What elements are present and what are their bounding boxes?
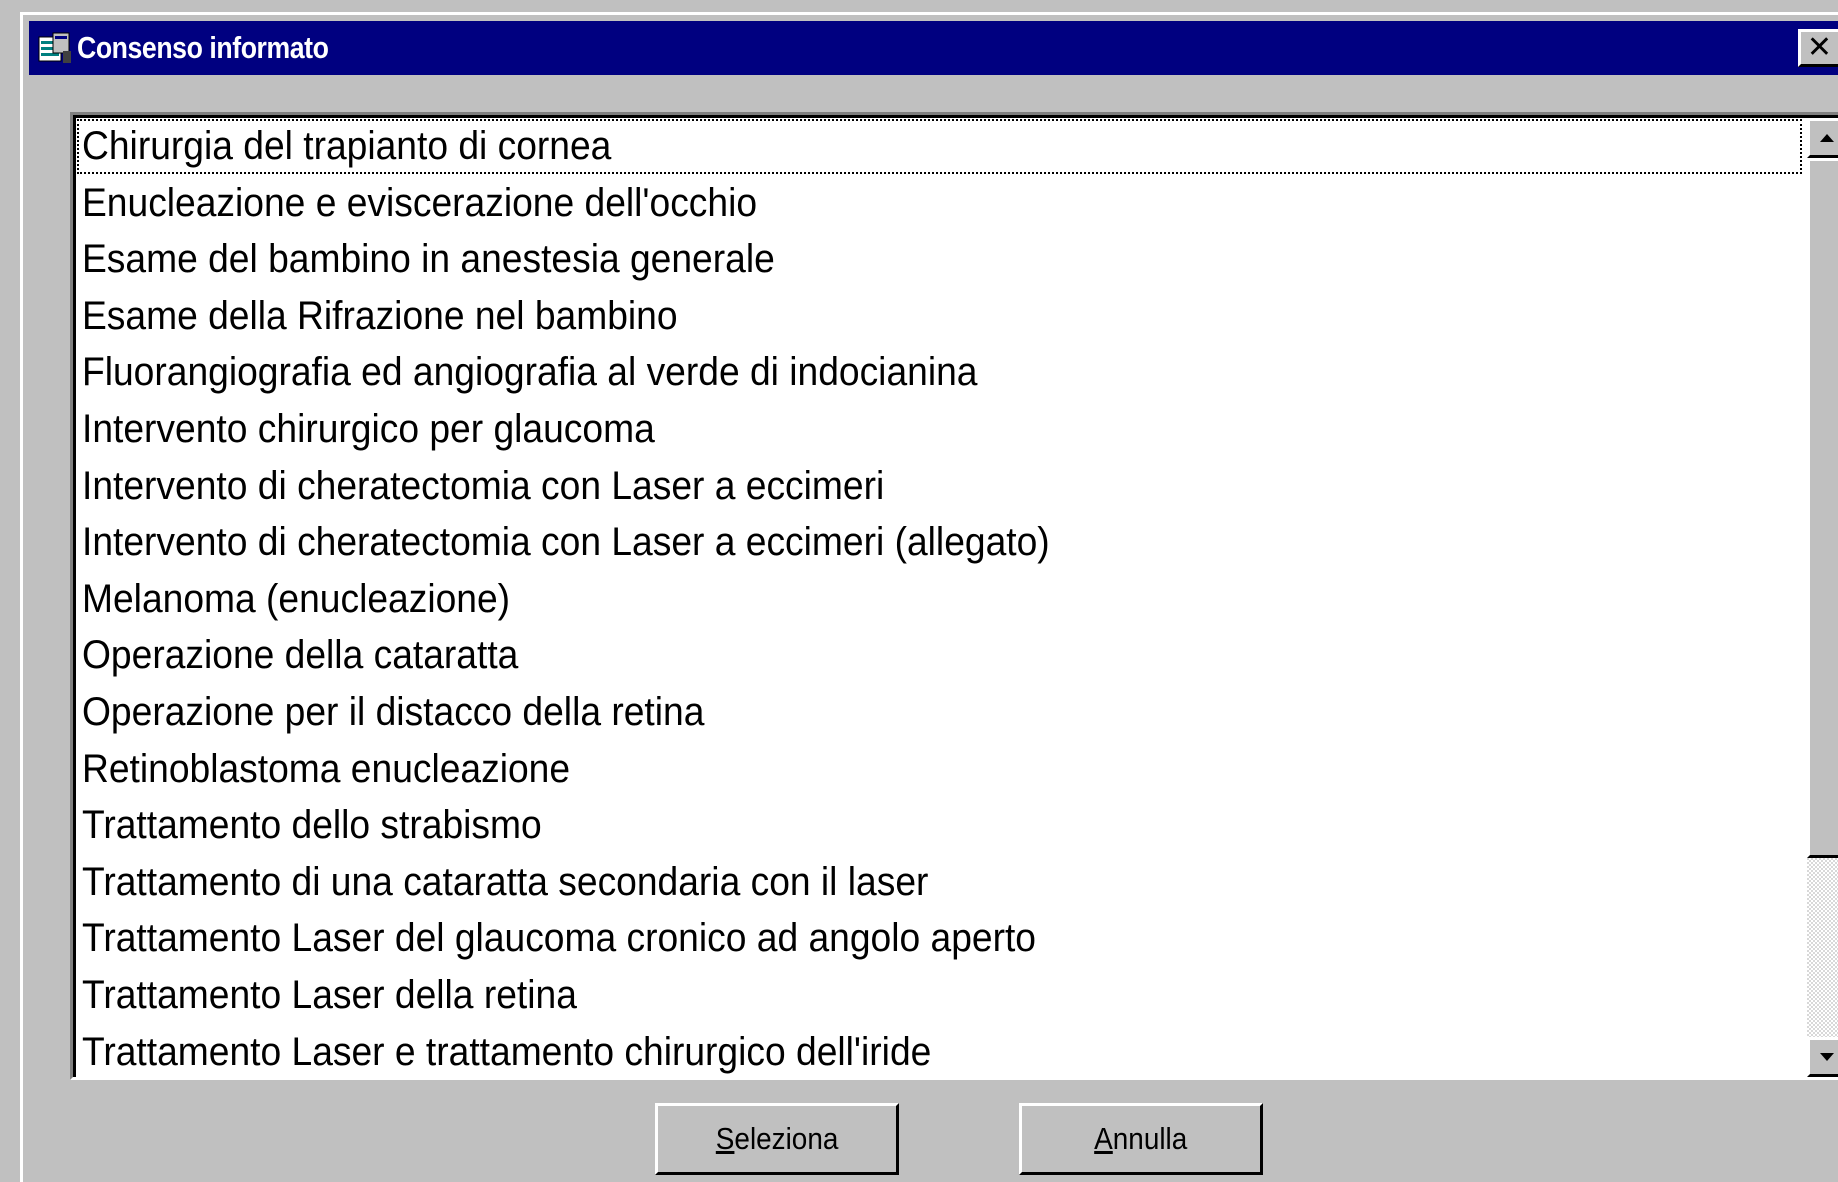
list-item-label: Trattamento Laser del glaucoma cronico a… [82, 916, 1037, 961]
list-item-label: Operazione della cataratta [82, 633, 519, 678]
desktop-background: Consenso informato ✕ Chirurgia del trapi… [0, 0, 1838, 1182]
select-button[interactable]: Seleziona [655, 1103, 899, 1175]
list-item-label: Fluorangiografia ed angiografia al verde… [82, 350, 978, 395]
list-item[interactable]: Operazione per il distacco della retina [76, 684, 1803, 741]
list-item-label: Intervento chirurgico per glaucoma [82, 406, 655, 451]
list-item[interactable]: Operazione della cataratta [76, 627, 1803, 684]
list-item-label: Esame del bambino in anestesia generale [82, 237, 775, 282]
scroll-down-button[interactable] [1807, 1037, 1838, 1077]
list-item-label: Retinoblastoma enucleazione [82, 746, 571, 791]
list-item[interactable]: Trattamento di una cataratta secondaria … [76, 854, 1803, 911]
app-window-icon [37, 31, 73, 65]
cancel-button[interactable]: Annulla [1019, 1103, 1263, 1175]
cancel-button-label: Annulla [1094, 1121, 1188, 1156]
list-item[interactable]: Trattamento dello strabismo [76, 797, 1803, 854]
list-item[interactable]: Trattamento Laser e trattamento chirurgi… [76, 1024, 1803, 1078]
consent-dialog: Consenso informato ✕ Chirurgia del trapi… [20, 12, 1838, 1182]
list-item-label: Trattamento Laser e trattamento chirurgi… [82, 1029, 932, 1074]
list-item[interactable]: Enucleazione e eviscerazione dell'occhio [76, 175, 1803, 232]
list-item-label: Melanoma (enucleazione) [82, 576, 511, 621]
list-item-label: Operazione per il distacco della retina [82, 689, 705, 734]
list-item-label: Enucleazione e eviscerazione dell'occhio [82, 180, 758, 225]
list-item-label: Intervento di cheratectomia con Laser a … [82, 520, 1050, 565]
list-item-label: Esame della Rifrazione nel bambino [82, 293, 678, 338]
vertical-scrollbar[interactable] [1807, 118, 1838, 1077]
arrow-up-icon [1820, 134, 1834, 142]
close-icon: ✕ [1806, 30, 1833, 65]
arrow-down-icon [1820, 1053, 1834, 1061]
list-item-label: Trattamento di una cataratta secondaria … [82, 859, 929, 904]
list-item[interactable]: Esame del bambino in anestesia generale [76, 231, 1803, 288]
list-item-label: Intervento di cheratectomia con Laser a … [82, 463, 885, 508]
scroll-thumb[interactable] [1807, 158, 1838, 858]
list-item[interactable]: Intervento di cheratectomia con Laser a … [76, 458, 1803, 515]
window-title: Consenso informato [77, 30, 329, 65]
list-item[interactable]: Retinoblastoma enucleazione [76, 741, 1803, 798]
list-item-label: Trattamento Laser della retina [82, 972, 577, 1017]
close-button[interactable]: ✕ [1798, 29, 1838, 67]
procedure-list: Chirurgia del trapianto di cornea Enuclea… [76, 118, 1803, 1078]
select-button-label: Seleziona [715, 1121, 839, 1156]
list-item[interactable]: Esame della Rifrazione nel bambino [76, 288, 1803, 345]
scroll-up-button[interactable] [1807, 118, 1838, 158]
title-bar[interactable]: Consenso informato ✕ [29, 21, 1838, 75]
list-item[interactable]: Trattamento Laser del glaucoma cronico a… [76, 910, 1803, 967]
list-item-label: Chirurgia del trapianto di cornea [82, 124, 612, 168]
list-item[interactable]: Intervento chirurgico per glaucoma [76, 401, 1803, 458]
list-item[interactable]: Chirurgia del trapianto di cornea [76, 118, 1803, 175]
list-item[interactable]: Melanoma (enucleazione) [76, 571, 1803, 628]
list-item[interactable]: Fluorangiografia ed angiografia al verde… [76, 344, 1803, 401]
procedure-listbox[interactable]: Chirurgia del trapianto di cornea Enuclea… [70, 112, 1838, 1080]
list-item-label: Trattamento dello strabismo [82, 803, 542, 848]
list-item[interactable]: Intervento di cheratectomia con Laser a … [76, 514, 1803, 571]
list-item[interactable]: Trattamento Laser della retina [76, 967, 1803, 1024]
